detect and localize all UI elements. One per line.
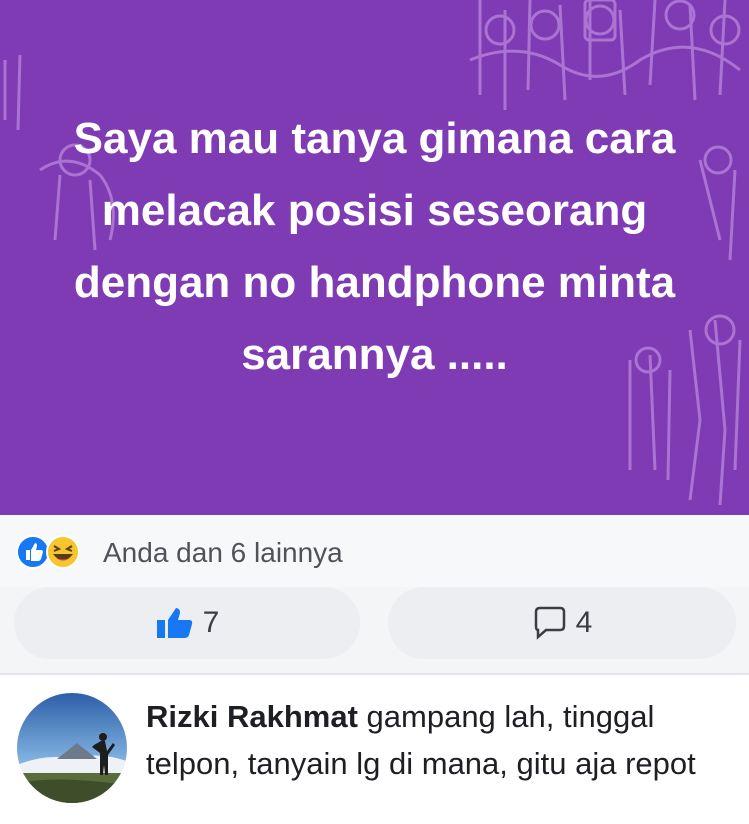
mountain-photo-avatar [17,693,127,803]
like-reaction-icon [16,535,50,569]
reactions-summary-text: Anda dan 6 lainnya [103,537,343,568]
post-text-line: Saya mau tanya gimana cara [73,114,676,163]
comment-author-name[interactable]: Rizki Rakhmat [146,699,358,734]
post-text-line: dengan no handphone minta [73,258,676,307]
reaction-icons [16,535,80,569]
thumbs-up-icon [156,608,192,638]
post-text: Saya mau tanya gimana cara melacak posis… [0,103,749,391]
like-count: 7 [202,606,220,639]
comment-count: 4 [575,606,593,639]
post-banner: Saya mau tanya gimana cara melacak posis… [0,0,749,515]
comment-body: Rizki Rakhmat gampang lah, tinggal telpo… [146,693,736,787]
post-text-line: melacak posisi seseorang [101,186,648,235]
comment-item: Rizki Rakhmat gampang lah, tinggal telpo… [0,675,749,824]
haha-reaction-icon [46,535,80,569]
like-button[interactable]: 7 [14,587,360,659]
post-text-line: sarannya ..... [241,330,508,379]
reactions-summary[interactable]: Anda dan 6 lainnya [0,515,749,587]
comment-button[interactable]: 4 [388,587,736,659]
comment-bubble-icon [534,606,565,640]
avatar[interactable] [17,693,127,803]
